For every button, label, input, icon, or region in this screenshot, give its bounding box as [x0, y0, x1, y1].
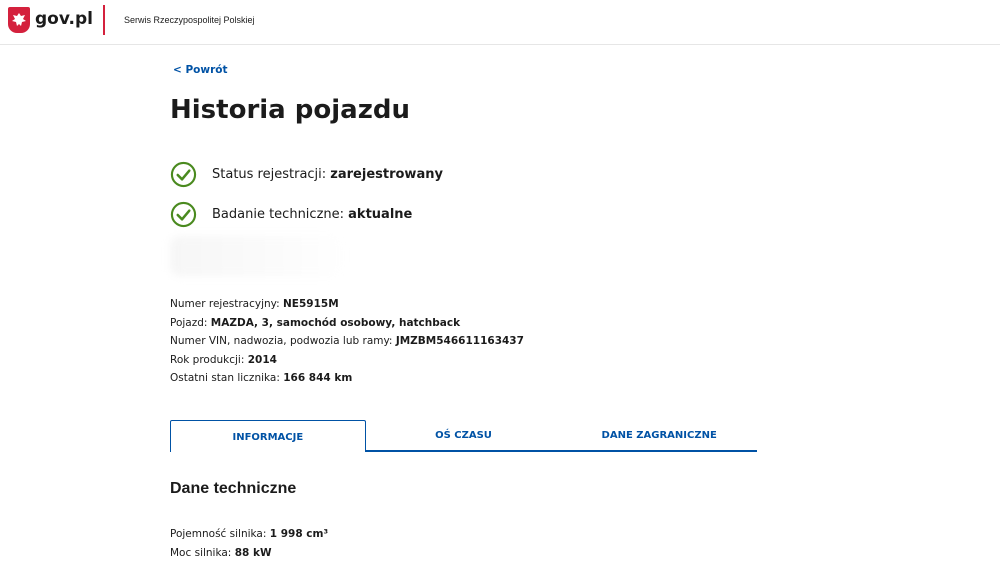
inspection-status: Badanie techniczne: aktualne	[170, 200, 412, 228]
site-header: gov.pl Serwis Rzeczypospolitej Polskiej	[0, 0, 1000, 45]
status-label: Status rejestracji:	[212, 167, 326, 182]
detail-row: Ostatni stan licznika: 166 844 km	[170, 369, 524, 388]
blurred-area	[170, 236, 345, 276]
detail-row: Rok produkcji: 2014	[170, 351, 524, 370]
technical-data: Pojemność silnika: 1 998 cm³ Moc silnika…	[170, 525, 328, 562]
detail-value: 166 844 km	[283, 372, 352, 384]
detail-value: JMZBM546611163437	[396, 335, 524, 347]
registration-status: Status rejestracji: zarejestrowany	[170, 160, 443, 188]
detail-value: MAZDA, 3, samochód osobowy, hatchback	[211, 317, 460, 329]
brand-logo[interactable]: gov.pl	[35, 9, 93, 29]
detail-label: Pojemność silnika:	[170, 528, 266, 540]
check-circle-icon	[170, 201, 197, 228]
status-label: Badanie techniczne:	[212, 207, 344, 222]
detail-value: NE5915M	[283, 298, 339, 310]
tab-bar: INFORMACJE OŚ CZASU DANE ZAGRANICZNE	[170, 420, 757, 452]
status-value: aktualne	[348, 207, 412, 222]
detail-row: Pojazd: MAZDA, 3, samochód osobowy, hatc…	[170, 314, 524, 333]
vehicle-details: Numer rejestracyjny: NE5915M Pojazd: MAZ…	[170, 295, 524, 388]
detail-row: Numer VIN, nadwozia, podwozia lub ramy: …	[170, 332, 524, 351]
tab-dane-zagraniczne[interactable]: DANE ZAGRANICZNE	[561, 420, 757, 450]
detail-row: Pojemność silnika: 1 998 cm³	[170, 525, 328, 544]
detail-label: Moc silnika:	[170, 547, 231, 559]
tab-informacje[interactable]: INFORMACJE	[170, 420, 366, 452]
detail-value: 1 998 cm³	[270, 528, 328, 540]
detail-value: 88 kW	[235, 547, 272, 559]
detail-label: Ostatni stan licznika:	[170, 372, 280, 384]
detail-label: Numer VIN, nadwozia, podwozia lub ramy:	[170, 335, 392, 347]
section-title: Dane techniczne	[170, 480, 296, 498]
back-link[interactable]: < Powrót	[173, 64, 227, 76]
page-title: Historia pojazdu	[170, 95, 410, 125]
status-value: zarejestrowany	[330, 167, 443, 182]
detail-label: Numer rejestracyjny:	[170, 298, 280, 310]
service-name: Serwis Rzeczypospolitej Polskiej	[124, 15, 255, 25]
tab-os-czasu[interactable]: OŚ CZASU	[366, 420, 562, 450]
detail-label: Pojazd:	[170, 317, 207, 329]
detail-value: 2014	[248, 354, 277, 366]
check-circle-icon	[170, 161, 197, 188]
header-divider	[103, 5, 105, 35]
detail-row: Numer rejestracyjny: NE5915M	[170, 295, 524, 314]
polish-eagle-emblem-icon[interactable]	[8, 7, 30, 33]
detail-label: Rok produkcji:	[170, 354, 244, 366]
detail-row: Moc silnika: 88 kW	[170, 544, 328, 562]
